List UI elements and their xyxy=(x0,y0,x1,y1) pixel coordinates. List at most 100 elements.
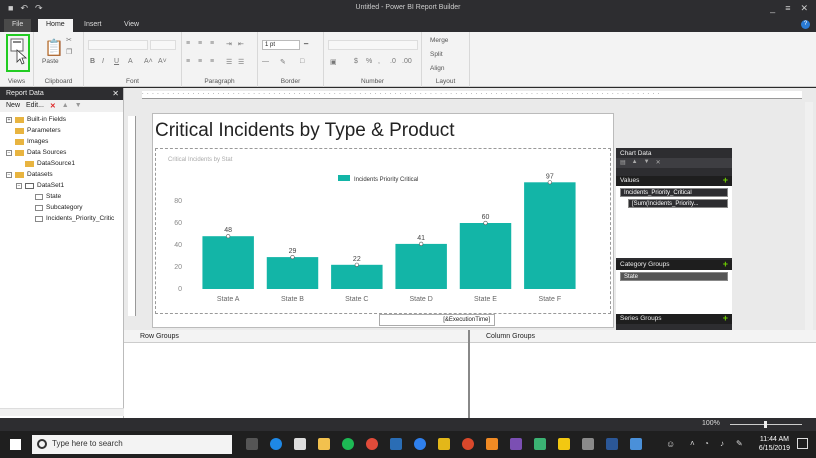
add-series-group-icon[interactable]: + xyxy=(723,314,728,323)
edge-icon[interactable] xyxy=(270,438,282,450)
help-icon[interactable]: ? xyxy=(801,20,810,29)
tree-item[interactable]: Images xyxy=(6,138,48,145)
category-field[interactable]: State xyxy=(620,272,728,281)
app-icon-7[interactable] xyxy=(534,438,546,450)
tree-item[interactable]: − Data Sources xyxy=(6,149,66,156)
app-icon-2[interactable] xyxy=(414,438,426,450)
app-icon-5[interactable] xyxy=(486,438,498,450)
design-view-button[interactable] xyxy=(6,34,30,72)
outdent-icon[interactable]: ⇤ xyxy=(238,40,244,48)
tree-item[interactable]: Incidents_Priority_Critic xyxy=(26,215,114,222)
word-icon[interactable] xyxy=(606,438,618,450)
pen-icon[interactable]: ✎ xyxy=(736,439,743,448)
move-down-icon[interactable]: ▼ xyxy=(644,159,650,167)
task-view-icon[interactable] xyxy=(246,438,258,450)
comma-icon[interactable]: , xyxy=(378,58,380,65)
tree-item[interactable]: − DataSet1 xyxy=(16,182,64,189)
tray-chevron-icon[interactable]: ˄ xyxy=(690,439,695,448)
increase-decimal-icon[interactable]: .0 xyxy=(390,58,396,65)
minimize-icon[interactable]: _ xyxy=(770,3,775,14)
move-up-icon[interactable]: ▲ xyxy=(62,102,69,110)
value-expression[interactable]: [Sum(Incidents_Priority... xyxy=(628,199,728,208)
power-bi-report-builder-icon[interactable] xyxy=(558,438,570,450)
align-bottom-icon[interactable]: ≡ xyxy=(210,40,214,47)
app-icon-1[interactable] xyxy=(390,438,402,450)
tab-home[interactable]: Home xyxy=(38,19,73,32)
indent-icon[interactable]: ⇥ xyxy=(226,40,232,48)
mail-icon[interactable] xyxy=(294,438,306,450)
chrome-icon[interactable] xyxy=(366,438,378,450)
expander-icon[interactable]: − xyxy=(6,149,12,156)
people-icon[interactable]: ☺ xyxy=(666,439,675,449)
placeholder-styles-icon[interactable]: ▣ xyxy=(330,58,337,66)
pen-color-icon[interactable]: ✎ xyxy=(280,58,286,66)
tree-item[interactable]: Subcategory xyxy=(26,204,83,211)
align-right-icon[interactable]: ≡ xyxy=(210,58,214,65)
file-explorer-icon[interactable] xyxy=(318,438,330,450)
report-body[interactable]: Critical Incidents by Type & Product Cri… xyxy=(152,113,614,328)
bold-icon[interactable]: B xyxy=(90,58,95,65)
zoom-slider-thumb[interactable] xyxy=(764,421,767,428)
paste-icon[interactable]: 📋 xyxy=(44,38,64,58)
copy-icon[interactable]: ❐ xyxy=(66,48,72,56)
italic-icon[interactable]: I xyxy=(102,58,104,65)
new-button[interactable]: New xyxy=(6,102,20,110)
volume-icon[interactable]: ♪ xyxy=(720,439,724,448)
close-panel-icon[interactable]: ✕ xyxy=(112,89,119,98)
align-center-icon[interactable]: ≡ xyxy=(198,58,202,65)
app-icon-6[interactable] xyxy=(510,438,522,450)
chart[interactable]: Critical Incidents by Stat Incidents Prio… xyxy=(155,148,611,314)
tab-file[interactable]: File xyxy=(4,19,32,32)
grow-font-icon[interactable]: A˄ xyxy=(144,58,153,65)
border-style-icon[interactable]: ━ xyxy=(304,40,308,48)
borders-icon[interactable]: □ xyxy=(300,58,304,65)
percent-icon[interactable]: % xyxy=(366,58,372,65)
edit-button[interactable]: Edit... xyxy=(26,102,44,110)
windows-start-icon[interactable] xyxy=(10,439,21,450)
delete-icon[interactable]: ✕ xyxy=(50,102,56,110)
align-middle-icon[interactable]: ≡ xyxy=(198,40,202,47)
horizontal-scrollbar[interactable] xyxy=(0,408,124,416)
app-icon-3[interactable] xyxy=(438,438,450,450)
currency-icon[interactable]: $ xyxy=(354,58,358,65)
execution-time-textbox[interactable]: [&ExecutionTime] xyxy=(379,314,495,326)
add-value-icon[interactable]: + xyxy=(723,176,728,185)
align-button[interactable]: Align xyxy=(430,65,444,72)
delete-icon[interactable]: ✕ xyxy=(656,159,661,167)
expander-icon[interactable]: + xyxy=(6,116,12,123)
split-button[interactable]: Split xyxy=(430,51,443,58)
font-color-icon[interactable]: A xyxy=(128,58,133,65)
decrease-decimal-icon[interactable]: .00 xyxy=(402,58,412,65)
shrink-font-icon[interactable]: A˅ xyxy=(158,58,167,65)
tab-insert[interactable]: Insert xyxy=(76,19,110,32)
close-icon[interactable]: ✕ xyxy=(800,3,808,14)
tree-item[interactable]: + Built-in Fields xyxy=(6,116,66,123)
expander-icon[interactable]: − xyxy=(6,171,12,178)
notifications-icon[interactable] xyxy=(797,438,808,449)
tree-item[interactable]: Parameters xyxy=(6,127,61,134)
app-icon-8[interactable] xyxy=(582,438,594,450)
expander-icon[interactable]: − xyxy=(16,182,22,189)
align-left-icon[interactable]: ≡ xyxy=(186,58,190,65)
tab-view[interactable]: View xyxy=(116,19,147,32)
cut-icon[interactable]: ✂ xyxy=(66,36,72,44)
add-category-group-icon[interactable]: + xyxy=(723,260,728,269)
numbering-icon[interactable]: ☰ xyxy=(238,58,244,66)
font-family-combo[interactable] xyxy=(88,40,148,50)
bullets-icon[interactable]: ☰ xyxy=(226,58,232,66)
align-top-icon[interactable]: ≡ xyxy=(186,40,190,47)
properties-icon[interactable]: ▤ xyxy=(620,159,626,167)
tree-item[interactable]: State xyxy=(26,193,61,200)
tree-item[interactable]: DataSource1 xyxy=(16,160,75,167)
taskbar-search[interactable]: Type here to search xyxy=(32,435,232,454)
move-down-icon[interactable]: ▼ xyxy=(75,102,82,110)
border-width-combo[interactable]: 1 pt xyxy=(262,40,300,50)
spotify-icon[interactable] xyxy=(342,438,354,450)
report-title-textbox[interactable]: Critical Incidents by Type & Product xyxy=(155,120,455,142)
move-up-icon[interactable]: ▲ xyxy=(632,159,638,167)
font-size-combo[interactable] xyxy=(150,40,176,50)
merge-button[interactable]: Merge xyxy=(430,37,448,44)
tree-item[interactable]: − Datasets xyxy=(6,171,53,178)
line-style-icon[interactable]: — xyxy=(262,58,269,65)
network-icon[interactable]: ◔ xyxy=(704,439,709,448)
